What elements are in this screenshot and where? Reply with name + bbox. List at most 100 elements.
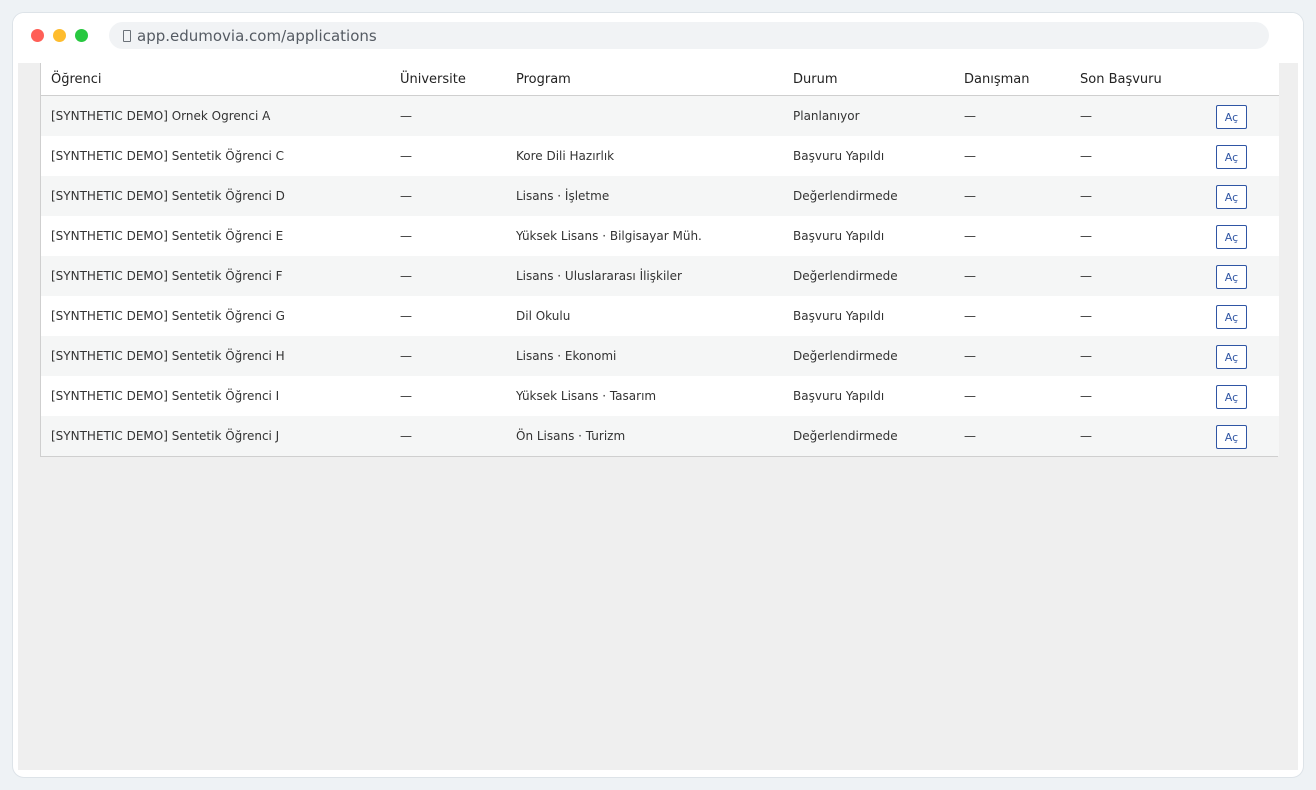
column-header-program[interactable]: Program (506, 63, 783, 96)
table-row: [SYNTHETIC DEMO] Sentetik Öğrenci G — Dil … (41, 296, 1279, 336)
open-application-button[interactable]: Aç (1216, 385, 1247, 409)
column-header-student[interactable]: Öğrenci (41, 63, 390, 96)
cell-student: [SYNTHETIC DEMO] Ornek Ogrenci A (41, 95, 390, 136)
cell-status: Planlanıyor (783, 95, 954, 136)
cell-program: Lisans · İşletme (506, 176, 783, 216)
cell-program: Lisans · Uluslararası İlişkiler (506, 256, 783, 296)
cell-university: — (390, 376, 506, 416)
cell-deadline: — (1070, 136, 1206, 176)
cell-actions: Aç (1206, 176, 1279, 216)
table-row: [SYNTHETIC DEMO] Ornek Ogrenci A — Planlan… (41, 95, 1279, 136)
table-header-row: Öğrenci Üniversite Program Durum Danışma… (41, 63, 1279, 96)
table-row: [SYNTHETIC DEMO] Sentetik Öğrenci F — Lisa… (41, 256, 1279, 296)
applications-table-container: Öğrenci Üniversite Program Durum Danışma… (40, 63, 1279, 457)
cell-program: Yüksek Lisans · Tasarım (506, 376, 783, 416)
cell-advisor: — (954, 256, 1070, 296)
cell-actions: Aç (1206, 296, 1279, 336)
table-row: [SYNTHETIC DEMO] Sentetik Öğrenci D — Lisa… (41, 176, 1279, 216)
cell-university: — (390, 296, 506, 336)
cell-university: — (390, 176, 506, 216)
column-header-university[interactable]: Üniversite (390, 63, 506, 96)
cell-status: Değerlendirmede (783, 336, 954, 376)
cell-university: — (390, 336, 506, 376)
cell-deadline: — (1070, 296, 1206, 336)
cell-university: — (390, 416, 506, 456)
cell-student: [SYNTHETIC DEMO] Sentetik Öğrenci G (41, 296, 390, 336)
cell-actions: Aç (1206, 416, 1279, 456)
cell-deadline: — (1070, 216, 1206, 256)
column-header-actions (1206, 63, 1279, 96)
cell-advisor: — (954, 216, 1070, 256)
column-header-status[interactable]: Durum (783, 63, 954, 96)
open-application-button[interactable]: Aç (1216, 225, 1247, 249)
open-application-button[interactable]: Aç (1216, 145, 1247, 169)
cell-student: [SYNTHETIC DEMO] Sentetik Öğrenci F (41, 256, 390, 296)
page-viewport[interactable]: Öğrenci Üniversite Program Durum Danışma… (18, 63, 1298, 770)
open-application-button[interactable]: Aç (1216, 345, 1247, 369)
url-text: app.edumovia.com/applications (137, 26, 377, 45)
cell-student: [SYNTHETIC DEMO] Sentetik Öğrenci E (41, 216, 390, 256)
open-application-button[interactable]: Aç (1216, 185, 1247, 209)
cell-status: Başvuru Yapıldı (783, 136, 954, 176)
cell-actions: Aç (1206, 216, 1279, 256)
cell-university: — (390, 136, 506, 176)
cell-status: Başvuru Yapıldı (783, 296, 954, 336)
minimize-window-button[interactable] (53, 29, 66, 42)
table-row: [SYNTHETIC DEMO] Sentetik Öğrenci C — Kore… (41, 136, 1279, 176)
cell-deadline: — (1070, 416, 1206, 456)
address-bar[interactable]: app.edumovia.com/applications (109, 22, 1269, 49)
column-header-deadline[interactable]: Son Başvuru (1070, 63, 1206, 96)
cell-student: [SYNTHETIC DEMO] Sentetik Öğrenci C (41, 136, 390, 176)
cell-status: Başvuru Yapıldı (783, 376, 954, 416)
cell-program: Lisans · Ekonomi (506, 336, 783, 376)
table-row: [SYNTHETIC DEMO] Sentetik Öğrenci H — Lisa… (41, 336, 1279, 376)
cell-program: Kore Dili Hazırlık (506, 136, 783, 176)
close-window-button[interactable] (31, 29, 44, 42)
applications-table: Öğrenci Üniversite Program Durum Danışma… (41, 63, 1279, 456)
cell-actions: Aç (1206, 336, 1279, 376)
browser-titlebar: app.edumovia.com/applications (13, 13, 1303, 63)
cell-status: Başvuru Yapıldı (783, 216, 954, 256)
table-body: [SYNTHETIC DEMO] Ornek Ogrenci A — Planlan… (41, 95, 1279, 456)
cell-status: Değerlendirmede (783, 176, 954, 216)
table-row: [SYNTHETIC DEMO] Sentetik Öğrenci I — Yüks… (41, 376, 1279, 416)
cell-deadline: — (1070, 256, 1206, 296)
maximize-window-button[interactable] (75, 29, 88, 42)
cell-advisor: — (954, 416, 1070, 456)
column-header-advisor[interactable]: Danışman (954, 63, 1070, 96)
cell-deadline: — (1070, 176, 1206, 216)
cell-advisor: — (954, 296, 1070, 336)
cell-actions: Aç (1206, 136, 1279, 176)
cell-advisor: — (954, 95, 1070, 136)
cell-advisor: — (954, 136, 1070, 176)
browser-window: app.edumovia.com/applications Öğrenci Ün… (12, 12, 1304, 778)
cell-program (506, 95, 783, 136)
table-row: [SYNTHETIC DEMO] Sentetik Öğrenci J — Ön L… (41, 416, 1279, 456)
cell-actions: Aç (1206, 256, 1279, 296)
cell-university: — (390, 256, 506, 296)
cell-student: [SYNTHETIC DEMO] Sentetik Öğrenci J (41, 416, 390, 456)
open-application-button[interactable]: Aç (1216, 425, 1247, 449)
open-application-button[interactable]: Aç (1216, 265, 1247, 289)
cell-university: — (390, 95, 506, 136)
cell-program: Dil Okulu (506, 296, 783, 336)
cell-student: [SYNTHETIC DEMO] Sentetik Öğrenci H (41, 336, 390, 376)
cell-deadline: — (1070, 95, 1206, 136)
cell-advisor: — (954, 176, 1070, 216)
cell-deadline: — (1070, 376, 1206, 416)
lock-icon (123, 29, 131, 42)
cell-student: [SYNTHETIC DEMO] Sentetik Öğrenci I (41, 376, 390, 416)
cell-actions: Aç (1206, 95, 1279, 136)
cell-actions: Aç (1206, 376, 1279, 416)
table-row: [SYNTHETIC DEMO] Sentetik Öğrenci E — Yüks… (41, 216, 1279, 256)
cell-program: Yüksek Lisans · Bilgisayar Müh. (506, 216, 783, 256)
cell-status: Değerlendirmede (783, 256, 954, 296)
open-application-button[interactable]: Aç (1216, 305, 1247, 329)
open-application-button[interactable]: Aç (1216, 105, 1247, 129)
cell-student: [SYNTHETIC DEMO] Sentetik Öğrenci D (41, 176, 390, 216)
cell-status: Değerlendirmede (783, 416, 954, 456)
cell-program: Ön Lisans · Turizm (506, 416, 783, 456)
cell-advisor: — (954, 336, 1070, 376)
cell-university: — (390, 216, 506, 256)
cell-advisor: — (954, 376, 1070, 416)
